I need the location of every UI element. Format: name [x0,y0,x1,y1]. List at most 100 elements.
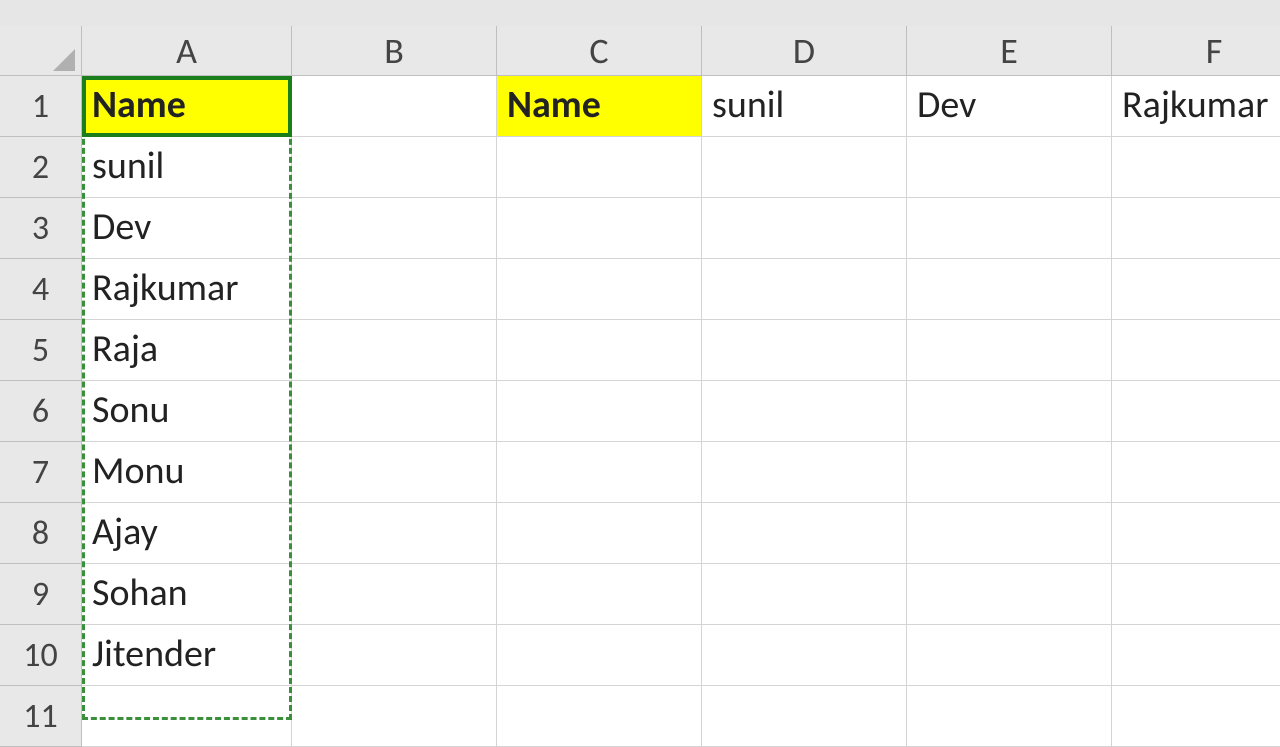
cell-D9[interactable] [702,564,907,625]
cell-C2[interactable] [497,137,702,198]
col-header-A[interactable]: A [82,26,292,76]
col-header-F[interactable]: F [1112,26,1280,76]
cell-B2[interactable] [292,137,497,198]
cell-E9[interactable] [907,564,1112,625]
cell-A6[interactable]: Sonu [82,381,292,442]
cell-A8[interactable]: Ajay [82,503,292,564]
column-header-row: A B C D E F [82,26,1280,76]
cell-C11[interactable] [497,686,702,747]
cell-B9[interactable] [292,564,497,625]
cell-A1[interactable]: Name [82,76,292,137]
cell-F2[interactable] [1112,137,1280,198]
cell-D11[interactable] [702,686,907,747]
row-header-3[interactable]: 3 [0,198,82,259]
cell-A4[interactable]: Rajkumar [82,259,292,320]
table-row: Sohan [82,564,1280,625]
cell-D10[interactable] [702,625,907,686]
cell-B1[interactable] [292,76,497,137]
cell-E1[interactable]: Dev [907,76,1112,137]
table-row: Name Name sunil Dev Rajkumar [82,76,1280,137]
cell-D7[interactable] [702,442,907,503]
row-header-5[interactable]: 5 [0,320,82,381]
row-header-10[interactable]: 10 [0,625,82,686]
row-header-11[interactable]: 11 [0,686,82,747]
table-row: Sonu [82,381,1280,442]
col-header-D[interactable]: D [702,26,907,76]
cell-F11[interactable] [1112,686,1280,747]
cell-F3[interactable] [1112,198,1280,259]
table-row: Monu [82,442,1280,503]
table-row: Ajay [82,503,1280,564]
row-header-2[interactable]: 2 [0,137,82,198]
row-header-4[interactable]: 4 [0,259,82,320]
cell-C4[interactable] [497,259,702,320]
cell-E11[interactable] [907,686,1112,747]
table-row: Dev [82,198,1280,259]
cell-C1[interactable]: Name [497,76,702,137]
row-header-9[interactable]: 9 [0,564,82,625]
cell-B6[interactable] [292,381,497,442]
cell-F6[interactable] [1112,381,1280,442]
cell-E10[interactable] [907,625,1112,686]
cell-F8[interactable] [1112,503,1280,564]
cell-F9[interactable] [1112,564,1280,625]
cell-E5[interactable] [907,320,1112,381]
table-row [82,686,1280,747]
cell-C5[interactable] [497,320,702,381]
row-header-6[interactable]: 6 [0,381,82,442]
cell-C3[interactable] [497,198,702,259]
col-header-B[interactable]: B [292,26,497,76]
cell-B10[interactable] [292,625,497,686]
cell-E3[interactable] [907,198,1112,259]
table-row: Jitender [82,625,1280,686]
cell-A2[interactable]: sunil [82,137,292,198]
cell-B8[interactable] [292,503,497,564]
cell-D3[interactable] [702,198,907,259]
row-header-column: 1 2 3 4 5 6 7 8 9 10 11 [0,76,82,747]
cell-C7[interactable] [497,442,702,503]
cell-B3[interactable] [292,198,497,259]
row-header-7[interactable]: 7 [0,442,82,503]
cell-B5[interactable] [292,320,497,381]
cell-D2[interactable] [702,137,907,198]
cell-C8[interactable] [497,503,702,564]
cell-A11[interactable] [82,686,292,747]
cell-E7[interactable] [907,442,1112,503]
cell-D5[interactable] [702,320,907,381]
cell-C10[interactable] [497,625,702,686]
cell-A3[interactable]: Dev [82,198,292,259]
spreadsheet: A B C D E F 1 2 3 4 5 6 7 8 9 10 11 Name… [0,0,1280,720]
cell-F4[interactable] [1112,259,1280,320]
cell-A7[interactable]: Monu [82,442,292,503]
col-header-C[interactable]: C [497,26,702,76]
cell-F5[interactable] [1112,320,1280,381]
cell-A5[interactable]: Raja [82,320,292,381]
cell-F7[interactable] [1112,442,1280,503]
cell-A9[interactable]: Sohan [82,564,292,625]
row-header-8[interactable]: 8 [0,503,82,564]
row-header-1[interactable]: 1 [0,76,82,137]
cell-F10[interactable] [1112,625,1280,686]
cell-grid: Name Name sunil Dev Rajkumar sunil Dev R… [82,76,1280,720]
table-row: Raja [82,320,1280,381]
table-row: sunil [82,137,1280,198]
cell-D4[interactable] [702,259,907,320]
cell-B4[interactable] [292,259,497,320]
cell-D1[interactable]: sunil [702,76,907,137]
cell-E2[interactable] [907,137,1112,198]
app-top-strip [0,0,1280,26]
cell-D8[interactable] [702,503,907,564]
cell-F1[interactable]: Rajkumar [1112,76,1280,137]
cell-E4[interactable] [907,259,1112,320]
cell-E8[interactable] [907,503,1112,564]
cell-B11[interactable] [292,686,497,747]
select-all-corner[interactable] [0,26,82,76]
col-header-E[interactable]: E [907,26,1112,76]
cell-A10[interactable]: Jitender [82,625,292,686]
cell-E6[interactable] [907,381,1112,442]
cell-C6[interactable] [497,381,702,442]
cell-B7[interactable] [292,442,497,503]
cell-C9[interactable] [497,564,702,625]
cell-D6[interactable] [702,381,907,442]
table-row: Rajkumar [82,259,1280,320]
